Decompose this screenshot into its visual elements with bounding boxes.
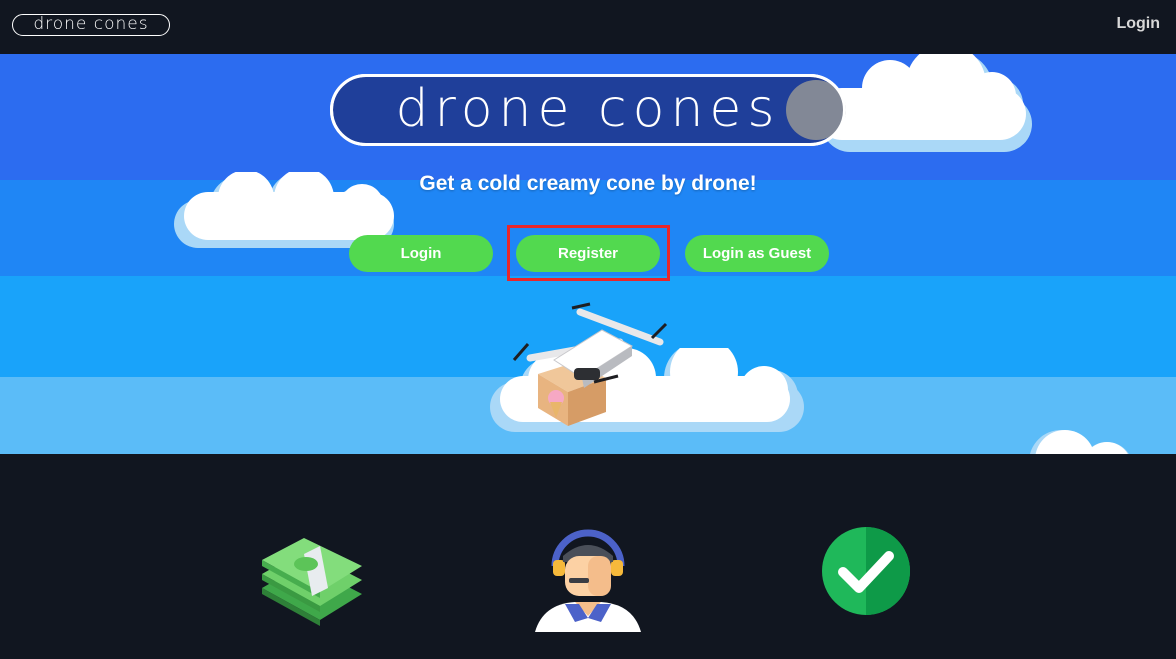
brand-logo[interactable]: drone cones <box>12 14 170 36</box>
hero-section: drone cones Get a cold creamy cone by dr… <box>0 54 1176 454</box>
top-navbar: drone cones Login <box>0 0 1176 53</box>
money-stack-icon <box>262 538 362 626</box>
login-as-guest-button[interactable]: Login as Guest <box>685 235 829 272</box>
cloud-icon <box>1030 430 1129 454</box>
drone-icon <box>512 302 668 426</box>
hero-tagline: Get a cold creamy cone by drone! <box>419 172 757 195</box>
nav-login-link[interactable]: Login <box>1116 15 1160 33</box>
support-agent-icon <box>535 529 641 632</box>
drone-cones-logo: drone cones <box>330 74 846 146</box>
checkmark-icon <box>822 527 910 615</box>
logo-text: drone cones <box>396 79 781 139</box>
login-button[interactable]: Login <box>349 235 493 272</box>
register-highlight-box <box>507 225 670 281</box>
features-section <box>0 454 1176 659</box>
